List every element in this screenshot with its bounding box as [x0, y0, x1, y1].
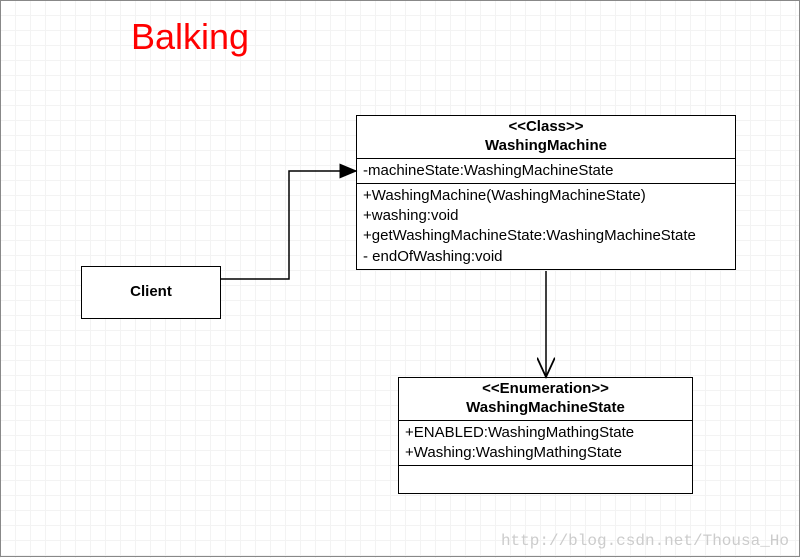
wm-operations: +WashingMachine(WashingMachineState) +wa… [357, 183, 735, 269]
wms-val-0: +ENABLED:WashingMathingState [405, 423, 686, 443]
diagram-title: Balking [131, 16, 249, 58]
wm-attr-0: -machineState:WashingMachineState [363, 161, 729, 181]
wms-stereotype: <<Enumeration>> [405, 380, 686, 399]
wm-op-0: +WashingMachine(WashingMachineState) [363, 186, 729, 206]
wm-op-3: - endOfWashing:void [363, 247, 729, 267]
uml-enum-washingmachinestate: <<Enumeration>> WashingMachineState +ENA… [398, 377, 693, 494]
wm-op-1: +washing:void [363, 206, 729, 226]
watermark: http://blog.csdn.net/Thousa_Ho [501, 532, 789, 550]
wms-empty-section [399, 465, 692, 493]
wm-stereotype: <<Class>> [363, 118, 729, 137]
edge-client-to-wm [221, 171, 356, 279]
wms-name: WashingMachineState [405, 399, 686, 418]
wm-name: WashingMachine [363, 137, 729, 156]
uml-class-washingmachine: <<Class>> WashingMachine -machineState:W… [356, 115, 736, 270]
wms-values: +ENABLED:WashingMathingState +Washing:Wa… [399, 420, 692, 466]
uml-class-client: Client [81, 266, 221, 319]
client-name: Client [88, 283, 214, 302]
wms-val-1: +Washing:WashingMathingState [405, 443, 686, 463]
wm-attributes: -machineState:WashingMachineState [357, 158, 735, 183]
wm-op-2: +getWashingMachineState:WashingMachineSt… [363, 226, 729, 246]
